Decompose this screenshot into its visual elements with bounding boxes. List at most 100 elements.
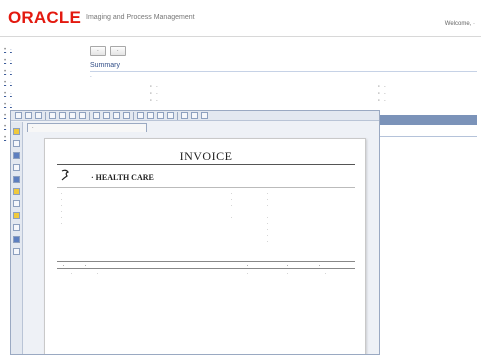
toolbar-separator — [89, 111, 90, 120]
rotate-right-icon[interactable] — [147, 112, 154, 119]
summary-field: · · — [90, 91, 158, 97]
first-page-icon[interactable] — [93, 112, 100, 119]
line-icon[interactable] — [13, 164, 20, 171]
invoice-rule-secondary — [57, 187, 355, 188]
column-header: · — [63, 263, 65, 268]
field-value: · — [156, 84, 158, 90]
field-value: · — [156, 91, 158, 97]
sidebar-item-label: · — [10, 79, 12, 86]
sidebar-item-label: · — [10, 46, 12, 53]
redaction-tool-icon[interactable] — [13, 236, 20, 243]
fit-width-icon[interactable] — [79, 112, 86, 119]
field-label: · — [378, 84, 380, 90]
prev-page-icon[interactable] — [103, 112, 110, 119]
app-header: ORACLE Imaging and Process Management We… — [0, 0, 481, 40]
meta-value: · — [267, 239, 269, 244]
sidebar-item[interactable]: •· — [4, 88, 88, 99]
note-icon[interactable] — [13, 128, 20, 135]
field-value: · — [384, 98, 386, 104]
summary-field: · · — [318, 98, 386, 104]
top-button-group: · · — [90, 46, 126, 56]
table-cell: · — [287, 271, 289, 276]
toolbar-button[interactable]: · — [90, 46, 106, 56]
last-page-icon[interactable] — [123, 112, 130, 119]
document-tab[interactable]: · — [27, 123, 147, 132]
sticky-note-icon[interactable] — [13, 212, 20, 219]
column-header: · — [319, 263, 321, 268]
sidebar-item-label: · — [10, 101, 12, 108]
section-divider — [90, 71, 477, 72]
text-icon[interactable] — [13, 140, 20, 147]
table-row: · · · · · — [57, 271, 355, 278]
stamp-icon[interactable] — [181, 112, 188, 119]
summary-field: · · — [90, 84, 158, 90]
table-cell: · — [325, 271, 327, 276]
viewer-toolbar — [11, 111, 379, 121]
redact-icon[interactable] — [191, 112, 198, 119]
sidebar-item[interactable]: •· — [4, 99, 88, 110]
highlight-icon[interactable] — [167, 112, 174, 119]
section-subtitle[interactable]: · — [90, 74, 92, 80]
billing-address: · · · · · · — [61, 191, 63, 227]
print-icon[interactable] — [35, 112, 42, 119]
highlighter-icon[interactable] — [13, 188, 20, 195]
product-name: Imaging and Process Management — [86, 14, 195, 21]
zoom-in-icon[interactable] — [49, 112, 56, 119]
invoice-page: INVOICE · HEALTH CARE · · · · · · · · · … — [44, 138, 366, 354]
arrow-icon[interactable] — [13, 176, 20, 183]
field-value: · — [384, 84, 386, 90]
toolbar-separator — [177, 111, 178, 120]
rotate-left-icon[interactable] — [137, 112, 144, 119]
pen-icon[interactable] — [13, 152, 20, 159]
sidebar-item-label: · — [10, 90, 12, 97]
invoice-meta-values: · · · · · · · · — [267, 191, 269, 245]
field-label: · — [150, 84, 152, 90]
next-page-icon[interactable] — [113, 112, 120, 119]
invoice-title: INVOICE — [179, 149, 233, 163]
field-label: · — [150, 91, 152, 97]
column-header: · — [247, 263, 249, 268]
eraser-icon[interactable] — [13, 248, 20, 255]
field-label: · — [150, 98, 152, 104]
field-label: · — [378, 98, 380, 104]
open-icon[interactable] — [15, 112, 22, 119]
save-icon[interactable] — [25, 112, 32, 119]
welcome-text: Welcome, · — [444, 21, 475, 27]
annotate-icon[interactable] — [157, 112, 164, 119]
summary-field: · · — [318, 91, 386, 97]
fit-page-icon[interactable] — [69, 112, 76, 119]
table-cell: · — [97, 271, 99, 276]
toolbar-separator — [133, 111, 134, 120]
sidebar-item[interactable]: •· — [4, 55, 88, 66]
document-viewer: · INVOICE · HEALTH CARE · · · · · · · · … — [10, 110, 380, 355]
toolbar-separator — [45, 111, 46, 120]
invoice-meta-labels: · · · · — [231, 191, 233, 221]
company-logo-icon — [61, 169, 69, 181]
invoice-table-header: · · · · · — [57, 261, 355, 269]
meta-label: · — [231, 215, 233, 220]
field-value: · — [384, 91, 386, 97]
annotation-toolbar — [11, 122, 23, 354]
field-label: · — [378, 91, 380, 97]
stamp-tool-icon[interactable] — [13, 224, 20, 231]
oracle-logo: ORACLE — [8, 8, 81, 27]
sidebar-item[interactable]: •· — [4, 77, 88, 88]
header-divider — [0, 36, 481, 37]
table-cell: · — [247, 271, 249, 276]
field-value: · — [156, 98, 158, 104]
rectangle-icon[interactable] — [13, 200, 20, 207]
company-name: · HEALTH CARE — [91, 173, 154, 182]
sidebar-item-label: · — [10, 68, 12, 75]
summary-field: · · — [90, 98, 158, 104]
help-icon[interactable] — [201, 112, 208, 119]
address-line: · — [61, 221, 63, 226]
sidebar-item-label: · — [10, 57, 12, 64]
toolbar-button[interactable]: · — [109, 46, 126, 56]
sidebar-item[interactable]: •· — [4, 44, 88, 55]
column-header: · — [85, 263, 87, 268]
sidebar-item[interactable]: •· — [4, 66, 88, 77]
summary-field: · · — [318, 84, 386, 90]
section-title: Summary — [90, 62, 120, 69]
zoom-out-icon[interactable] — [59, 112, 66, 119]
table-cell: · — [71, 271, 73, 276]
